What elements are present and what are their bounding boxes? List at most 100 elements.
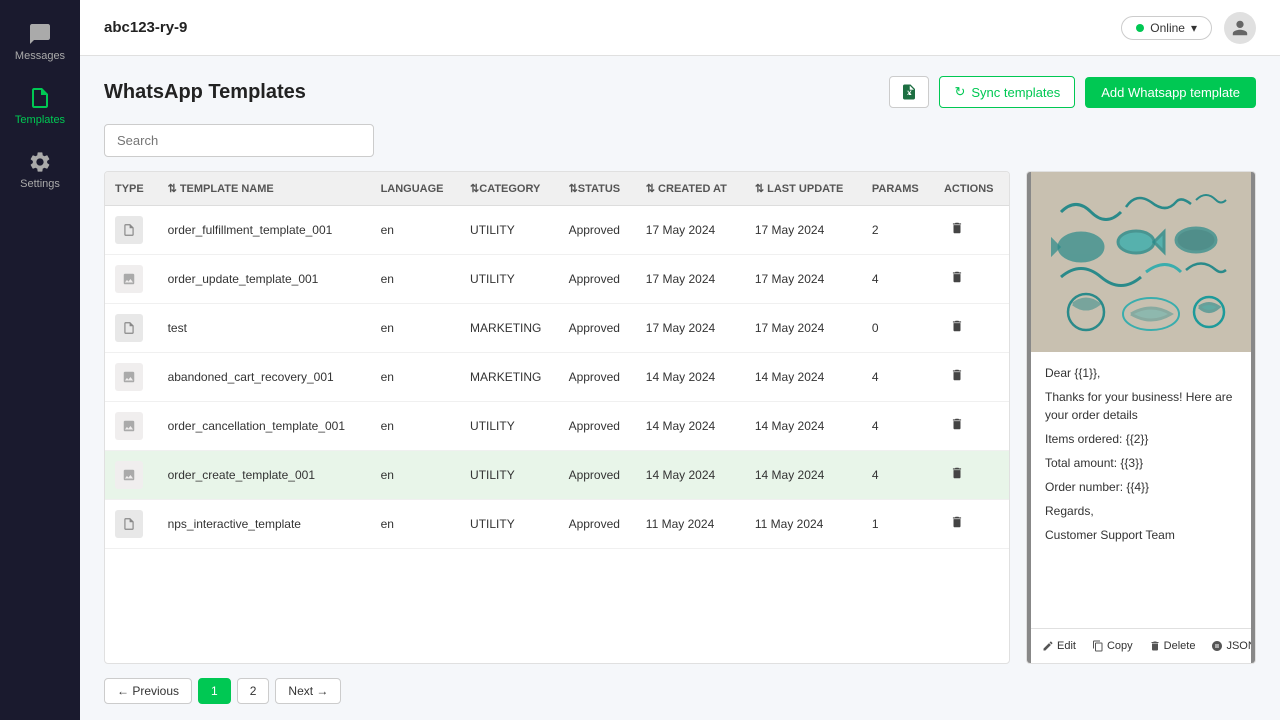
col-status[interactable]: ⇅STATUS [559,172,636,206]
copy-icon [1092,640,1104,652]
app-title: abc123-ry-9 [104,19,187,36]
cell-name: abandoned_cart_recovery_001 [158,353,371,402]
page-1-button[interactable]: 1 [198,678,231,704]
preview-delete-button[interactable]: Delete [1144,637,1201,655]
page-2-button[interactable]: 2 [237,678,270,704]
delete-row-button[interactable] [944,219,970,242]
search-bar [104,124,1256,157]
cell-last-update: 11 May 2024 [745,500,862,549]
sidebar: Messages Templates Settings [0,0,80,720]
delete-row-button[interactable] [944,464,970,487]
table-row[interactable]: test en MARKETING Approved 17 May 2024 1… [105,304,1009,353]
add-template-button[interactable]: Add Whatsapp template [1085,77,1256,108]
cell-type [105,304,158,353]
table-row[interactable]: order_update_template_001 en UTILITY App… [105,255,1009,304]
status-chevron: ▾ [1191,21,1197,35]
type-icon-image [115,363,143,391]
cell-language: en [371,206,460,255]
trash-icon [950,515,964,529]
sync-label: Sync templates [971,85,1060,100]
sidebar-item-messages[interactable]: Messages [0,10,80,74]
cell-params: 4 [862,402,934,451]
preview-right-border [1251,172,1255,663]
cell-params: 4 [862,451,934,500]
table-row[interactable]: abandoned_cart_recovery_001 en MARKETING… [105,353,1009,402]
type-icon-image [115,461,143,489]
next-page-button[interactable]: Next → [275,678,341,704]
prev-page-button[interactable]: ← Previous [104,678,192,704]
cell-last-update: 17 May 2024 [745,304,862,353]
type-icon-doc [115,216,143,244]
preview-copy-button[interactable]: Copy [1087,637,1138,655]
cell-created-at: 17 May 2024 [636,304,745,353]
sync-icon: ↻ [954,84,965,100]
delete-row-button[interactable] [944,366,970,389]
message-icon [28,22,52,46]
cell-category: UTILITY [460,402,559,451]
cell-type [105,255,158,304]
delete-row-button[interactable] [944,268,970,291]
cell-type [105,451,158,500]
preview-image-svg [1051,182,1231,342]
cell-name: order_create_template_001 [158,451,371,500]
table-row[interactable]: order_cancellation_template_001 en UTILI… [105,402,1009,451]
cell-category: UTILITY [460,255,559,304]
cell-category: UTILITY [460,500,559,549]
delete-row-button[interactable] [944,513,970,536]
sync-templates-button[interactable]: ↻ Sync templates [939,76,1075,108]
table-body: order_fulfillment_template_001 en UTILIT… [105,206,1009,549]
cell-created-at: 14 May 2024 [636,402,745,451]
cell-language: en [371,451,460,500]
status-badge[interactable]: Online ▾ [1121,16,1212,40]
cell-params: 4 [862,255,934,304]
table-row[interactable]: order_create_template_001 en UTILITY App… [105,451,1009,500]
excel-export-button[interactable] [889,76,929,108]
col-type: TYPE [105,172,158,206]
main-content: abc123-ry-9 Online ▾ WhatsApp Templates [80,0,1280,720]
col-category[interactable]: ⇅CATEGORY [460,172,559,206]
cell-language: en [371,353,460,402]
table-row[interactable]: order_fulfillment_template_001 en UTILIT… [105,206,1009,255]
status-dot [1136,24,1144,32]
sidebar-item-templates[interactable]: Templates [0,74,80,138]
cell-created-at: 11 May 2024 [636,500,745,549]
sidebar-item-settings-label: Settings [20,178,60,190]
trash-icon [950,466,964,480]
preview-json-button[interactable]: JSON [1206,637,1251,655]
cell-params: 0 [862,304,934,353]
search-input[interactable] [104,124,374,157]
json-icon [1211,640,1223,652]
cell-params: 2 [862,206,934,255]
templates-table-container: TYPE ⇅ TEMPLATE NAME LANGUAGE ⇅CATEGORY … [104,171,1010,664]
template-icon [28,86,52,110]
col-created-at[interactable]: ⇅ CREATED AT [636,172,745,206]
page-title: WhatsApp Templates [104,81,306,104]
cell-status: Approved [559,451,636,500]
col-last-update[interactable]: ⇅ LAST UPDATE [745,172,862,206]
preview-text: Dear {{1}}, Thanks for your business! He… [1031,352,1251,562]
cell-actions [934,402,1009,451]
preview-body-line3: Items ordered: {{2}} [1045,430,1237,448]
delete-row-button[interactable] [944,317,970,340]
delete-row-button[interactable] [944,415,970,438]
avatar[interactable] [1224,12,1256,44]
delete-label: Delete [1164,640,1196,652]
preview-edit-button[interactable]: Edit [1037,637,1081,655]
cell-actions [934,304,1009,353]
cell-category: MARKETING [460,304,559,353]
preview-panel: Dear {{1}}, Thanks for your business! He… [1026,171,1256,664]
table-row[interactable]: nps_interactive_template en UTILITY Appr… [105,500,1009,549]
page-actions: ↻ Sync templates Add Whatsapp template [889,76,1256,108]
sidebar-item-settings[interactable]: Settings [0,138,80,202]
cell-status: Approved [559,500,636,549]
col-actions: ACTIONS [934,172,1009,206]
preview-actions: Edit Copy Delete JSON [1031,628,1251,663]
col-template-name[interactable]: ⇅ TEMPLATE NAME [158,172,371,206]
cell-last-update: 14 May 2024 [745,451,862,500]
cell-type [105,500,158,549]
cell-language: en [371,304,460,353]
trash-icon [950,319,964,333]
cell-created-at: 17 May 2024 [636,255,745,304]
cell-language: en [371,255,460,304]
type-icon-doc [115,510,143,538]
